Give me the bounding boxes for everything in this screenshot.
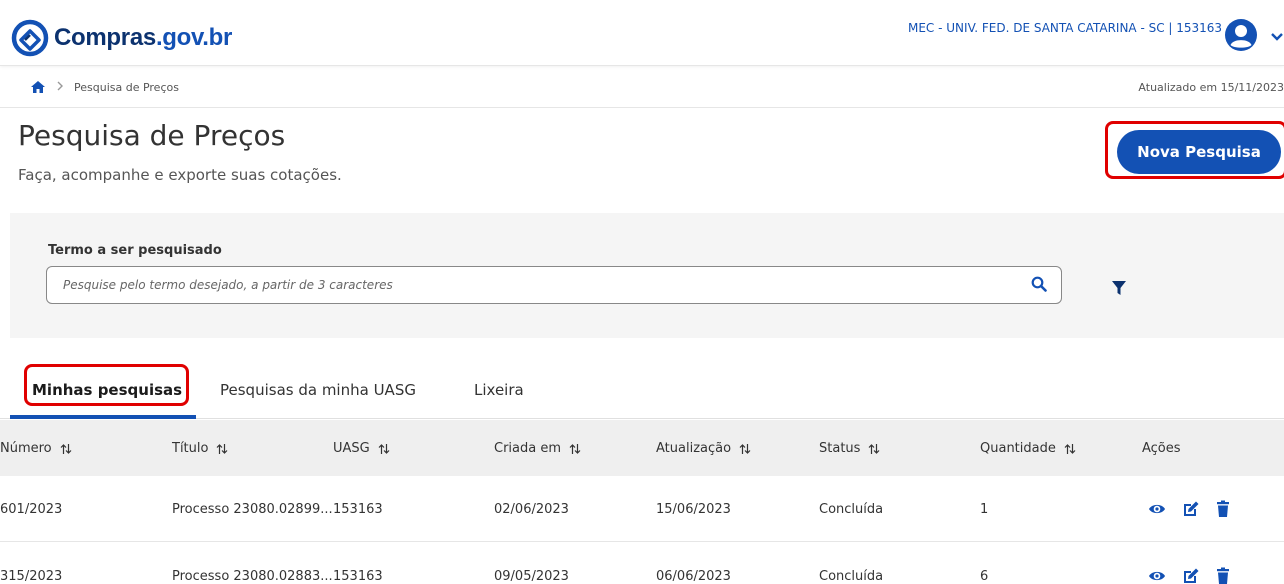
highlight-annotation (24, 364, 189, 406)
column-header-label: Status (819, 441, 861, 456)
sort-icon[interactable] (868, 443, 880, 455)
edit-icon[interactable] (1182, 567, 1200, 584)
column-header-status[interactable]: Status (819, 441, 880, 456)
cell-status: Concluída (819, 569, 884, 584)
column-header-titulo[interactable]: Título (172, 441, 228, 456)
cell-criada: 02/06/2023 (494, 502, 569, 517)
cell-titulo[interactable]: Processo 23080.02899... (172, 502, 333, 517)
table-row: 315/2023 Processo 23080.02883... 153163 … (0, 543, 1284, 584)
logo-text: Compras.gov.br (54, 24, 232, 52)
compras-logo-icon (11, 19, 49, 57)
home-icon[interactable] (30, 80, 46, 94)
column-header-acoes: Ações (1142, 441, 1181, 456)
search-label: Termo a ser pesquisado (48, 243, 222, 258)
sort-icon[interactable] (378, 443, 390, 455)
highlight-annotation (1105, 121, 1284, 179)
search-input[interactable] (63, 267, 1023, 303)
cell-criada: 09/05/2023 (494, 569, 569, 584)
chevron-right-icon (57, 81, 63, 91)
trash-icon[interactable] (1214, 500, 1232, 518)
cell-titulo[interactable]: Processo 23080.02883... (172, 569, 333, 584)
trash-icon[interactable] (1214, 567, 1232, 584)
cell-uasg: 153163 (333, 502, 383, 517)
search-field[interactable] (46, 266, 1062, 304)
breadcrumb: Pesquisa de Preços Atualizado em 15/11/2… (0, 66, 1284, 108)
cell-status: Concluída (819, 502, 884, 517)
column-header-label: Quantidade (980, 441, 1056, 456)
logo-main: Compras (54, 24, 156, 51)
column-header-label: UASG (333, 441, 370, 456)
column-header-label: Título (172, 441, 209, 456)
cell-numero: 601/2023 (0, 502, 63, 517)
column-header-label: Ações (1142, 441, 1181, 456)
cell-atualizacao: 15/06/2023 (656, 502, 731, 517)
column-header-label: Atualização (656, 441, 732, 456)
sort-icon[interactable] (569, 443, 581, 455)
updated-date: Atualizado em 15/11/2023 (1138, 81, 1284, 94)
logo-suffix: .gov.br (155, 24, 233, 51)
tab-lixeira[interactable]: Lixeira (474, 381, 524, 399)
search-icon[interactable] (1031, 276, 1047, 292)
sort-icon[interactable] (60, 443, 72, 455)
edit-icon[interactable] (1182, 500, 1200, 518)
active-tab-indicator (10, 415, 196, 419)
view-icon[interactable] (1148, 567, 1166, 584)
page-title: Pesquisa de Preços (18, 119, 286, 152)
sort-icon[interactable] (739, 443, 751, 455)
sort-icon[interactable] (1064, 443, 1076, 455)
column-header-atualizacao[interactable]: Atualização (656, 441, 751, 456)
cell-quantidade: 1 (980, 502, 989, 517)
tab-pesquisas-uasg[interactable]: Pesquisas da minha UASG (220, 381, 416, 399)
top-header: Compras.gov.br MEC - UNIV. FED. DE SANTA… (0, 0, 1284, 66)
breadcrumb-current: Pesquisa de Preços (74, 81, 179, 94)
cell-uasg: 153163 (333, 569, 383, 584)
organization-label: MEC - UNIV. FED. DE SANTA CATARINA - SC … (908, 21, 1223, 35)
cell-atualizacao: 06/06/2023 (656, 569, 731, 584)
column-header-label: Número (0, 441, 52, 456)
column-header-criada[interactable]: Criada em (494, 441, 581, 456)
view-icon[interactable] (1148, 500, 1166, 518)
tab-bar: Minhas pesquisas Pesquisas da minha UASG… (0, 365, 1284, 419)
column-header-label: Criada em (494, 441, 562, 456)
table-row: 601/2023 Processo 23080.02899... 153163 … (0, 476, 1284, 542)
table-header: Número Título UASG Criada em Atualização… (0, 420, 1284, 476)
column-header-uasg[interactable]: UASG (333, 441, 390, 456)
column-header-numero[interactable]: Número (0, 441, 72, 456)
chevron-down-icon[interactable] (1270, 30, 1284, 44)
column-header-quantidade[interactable]: Quantidade (980, 441, 1076, 456)
compras-logo[interactable]: Compras.gov.br (10, 18, 232, 58)
user-avatar-icon[interactable] (1224, 18, 1258, 52)
filter-icon[interactable] (1111, 280, 1127, 296)
cell-quantidade: 6 (980, 569, 989, 584)
sort-icon[interactable] (216, 443, 228, 455)
cell-numero: 315/2023 (0, 569, 63, 584)
page-subtitle: Faça, acompanhe e exporte suas cotações. (18, 166, 342, 184)
